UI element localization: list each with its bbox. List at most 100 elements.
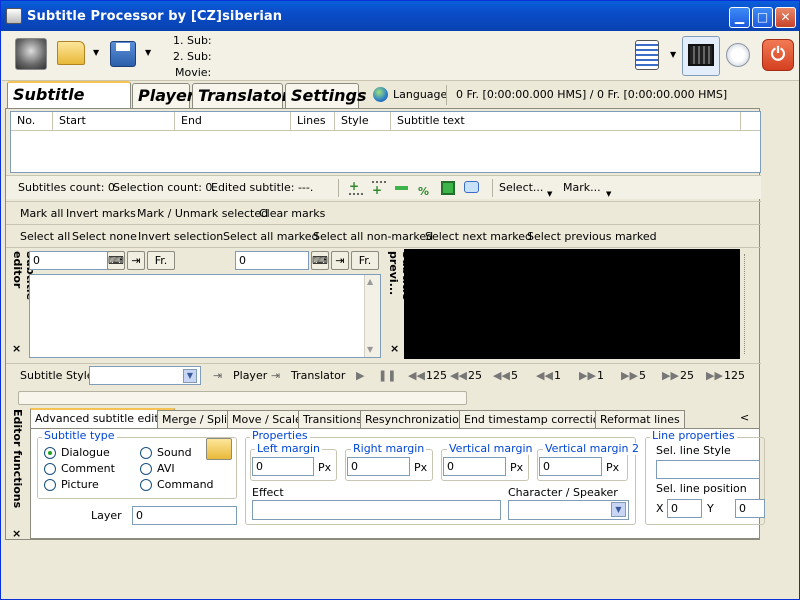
rewind-25-label[interactable]: 25 [468, 365, 482, 387]
avi-label[interactable]: AVI [157, 462, 175, 475]
tab-merge-split[interactable]: Merge / Split [157, 410, 237, 428]
tab-resynchronization[interactable]: Resynchronization [360, 410, 471, 428]
tab-translator[interactable]: Translator [192, 83, 290, 108]
subtitle-text-area[interactable] [29, 274, 381, 358]
editor-tabs-scroll-left-icon[interactable]: < [740, 411, 749, 424]
close-button[interactable]: ✕ [775, 7, 796, 28]
tab-transitions[interactable]: Transitions [298, 410, 367, 428]
tab-subtitle-editor[interactable]: Subtitle Editor [7, 81, 131, 127]
start-frames-button[interactable]: Fr. [147, 251, 175, 270]
translator-link[interactable]: Translator [291, 365, 345, 387]
avi-radio[interactable] [140, 463, 152, 475]
comment-bubble-icon[interactable] [464, 181, 479, 193]
picture-radio[interactable] [44, 479, 56, 491]
sel-line-style-select[interactable] [656, 460, 760, 479]
select-all-link[interactable]: Select all [20, 226, 70, 248]
forward-125-icon[interactable]: ▶▶ [706, 365, 723, 387]
timeline-scrollbar[interactable] [18, 391, 467, 405]
dialogue-radio[interactable] [44, 447, 56, 459]
end-set-icon[interactable]: ⇥ [331, 251, 349, 270]
forward-1-label[interactable]: 1 [597, 365, 604, 387]
insert-before-icon[interactable]: + [349, 180, 363, 195]
tab-player[interactable]: Player [132, 83, 195, 108]
tab-end-timestamp-corrections[interactable]: End timestamp corrections [459, 410, 618, 428]
start-time-input[interactable]: 0 [29, 251, 109, 270]
end-time-input[interactable]: 0 [235, 251, 309, 270]
minimize-button[interactable]: ▁ [729, 7, 750, 28]
editor-close-icon[interactable]: × [12, 342, 21, 355]
functions-close-icon[interactable]: × [12, 527, 21, 540]
command-label[interactable]: Command [157, 478, 214, 491]
character-select-arrow-icon[interactable]: ▼ [611, 502, 626, 517]
comment-radio[interactable] [44, 463, 56, 475]
preview-level-slider[interactable] [744, 254, 752, 354]
clear-marks-link[interactable]: Clear marks [259, 203, 325, 225]
select-menu[interactable]: Select... [499, 177, 543, 199]
title-bar[interactable]: Subtitle Processor by [CZ]siberian ▁ □ ✕ [1, 1, 799, 31]
split-icon[interactable]: % [418, 181, 433, 198]
end-frames-button[interactable]: Fr. [351, 251, 379, 270]
rewind-1-label[interactable]: 1 [554, 365, 561, 387]
tab-reformat-lines[interactable]: Reformat lines [595, 410, 685, 428]
open-dropdown-arrow-icon[interactable]: ▼ [93, 48, 99, 57]
forward-25-label[interactable]: 25 [680, 365, 694, 387]
forward-125-label[interactable]: 125 [724, 365, 745, 387]
column-header-lines[interactable]: Lines [291, 112, 335, 130]
scroll-down-icon[interactable]: ▼ [367, 345, 373, 354]
scroll-up-icon[interactable]: ▲ [367, 277, 373, 286]
layer-input[interactable]: 0 [132, 506, 237, 525]
select-next-marked-link[interactable]: Select next marked [425, 226, 532, 248]
end-keyboard-icon[interactable]: ⌨ [311, 251, 329, 270]
insert-after-icon[interactable]: + [372, 181, 386, 197]
tab-settings[interactable]: Settings [285, 83, 367, 108]
mark-unmark-selected-link[interactable]: Mark / Unmark selected [137, 203, 268, 225]
player-arrow-icon[interactable]: ⇥ [213, 365, 222, 387]
merge-icon[interactable] [441, 181, 455, 195]
clock-icon[interactable] [726, 43, 750, 67]
left-margin-input[interactable]: 0 [252, 457, 314, 476]
x-position-input[interactable]: 0 [667, 499, 702, 518]
start-set-icon[interactable]: ⇥ [127, 251, 145, 270]
rewind-125-icon[interactable]: ◀◀ [408, 365, 425, 387]
dialogue-label[interactable]: Dialogue [61, 446, 110, 459]
translator-arrow-icon[interactable]: ⇥ [271, 365, 280, 387]
tab-move-scale[interactable]: Move / Scale [227, 410, 307, 428]
sound-label[interactable]: Sound [157, 446, 192, 459]
wolf-avatar-icon[interactable] [15, 38, 47, 70]
mark-all-link[interactable]: Mark all [20, 203, 63, 225]
command-radio[interactable] [140, 479, 152, 491]
picture-label[interactable]: Picture [61, 478, 99, 491]
select-all-marked-link[interactable]: Select all marked [223, 226, 319, 248]
document-dropdown-arrow-icon[interactable]: ▼ [670, 50, 676, 59]
globe-icon[interactable] [373, 87, 388, 102]
invert-marks-link[interactable]: Invert marks [66, 203, 136, 225]
comment-label[interactable]: Comment [61, 462, 115, 475]
forward-5-icon[interactable]: ▶▶ [621, 365, 638, 387]
subtitle-table[interactable]: No. Start End Lines Style Subtitle text [10, 111, 761, 173]
preview-close-icon[interactable]: × [390, 342, 399, 355]
pause-icon[interactable]: ❚❚ [378, 365, 396, 387]
column-header-no[interactable]: No. [11, 112, 53, 130]
open-folder-icon[interactable] [57, 41, 85, 65]
open-folder-small-icon[interactable] [206, 438, 232, 460]
forward-1-icon[interactable]: ▶▶ [579, 365, 596, 387]
delete-icon[interactable] [395, 186, 408, 190]
language-button[interactable]: Language [393, 88, 447, 101]
rewind-5-label[interactable]: 5 [511, 365, 518, 387]
column-header-end[interactable]: End [175, 112, 291, 130]
document-list-icon[interactable] [635, 40, 659, 70]
forward-5-label[interactable]: 5 [639, 365, 646, 387]
column-header-subtitle-text[interactable]: Subtitle text [391, 112, 741, 130]
power-exit-icon[interactable]: ⏻ [762, 39, 794, 71]
play-icon[interactable]: ▶ [356, 365, 364, 387]
right-margin-input[interactable]: 0 [347, 457, 410, 476]
rewind-5-icon[interactable]: ◀◀ [493, 365, 510, 387]
select-none-link[interactable]: Select none [72, 226, 137, 248]
sound-radio[interactable] [140, 447, 152, 459]
rewind-25-icon[interactable]: ◀◀ [450, 365, 467, 387]
style-select-arrow-icon[interactable]: ▼ [183, 369, 197, 383]
select-all-non-marked-link[interactable]: Select all non-marked [313, 226, 433, 248]
vertical-margin-input[interactable]: 0 [443, 457, 506, 476]
vertical-margin2-input[interactable]: 0 [539, 457, 602, 476]
column-header-style[interactable]: Style [335, 112, 391, 130]
